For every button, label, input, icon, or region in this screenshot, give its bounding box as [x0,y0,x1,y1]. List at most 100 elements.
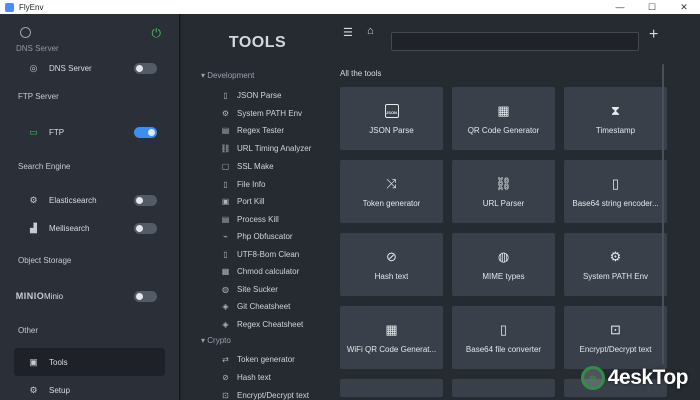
tool-item-label: Hash text [237,372,271,382]
globe-icon: ◍ [222,284,229,294]
main-content: ☰ ⌂ + All the tools JSON JSON Parse ▦ QR… [334,14,700,400]
tool-item-label: JSON Parse [237,90,282,100]
tools-list-panel: TOOLS ▾ Development ▯ JSON Parse ⚙ System … [181,14,334,400]
tool-item-site-sucker[interactable]: ◍ Site Sucker [221,283,278,295]
lock-icon: ⊡ [610,321,621,337]
tool-item-ssl-make[interactable]: ▢ SSL Make [221,160,274,172]
tools-heading: TOOLS [228,34,287,51]
toolbox-icon: ▣ [29,356,38,367]
tool-card-label: URL Parser [482,198,525,208]
watermark-text: 4eskTop [607,366,689,389]
tool-item-git-cheatsheet[interactable]: ◈ Git Cheatsheet [221,300,290,312]
sidebar-item-label: DNS Server [49,63,92,73]
group-development[interactable]: ▾ Development [201,71,254,80]
tool-card-wifi-qr-code-generator[interactable]: ▦ WiFi QR Code Generat... [340,306,443,369]
tool-card-partial[interactable] [340,379,443,397]
elasticsearch-icon: ⚙ [29,194,38,205]
elasticsearch-toggle[interactable] [134,195,157,206]
settings-icon: ⚙ [221,108,230,118]
tool-card-token-generator[interactable]: ⤨ Token generator [340,160,443,223]
dns-server-toggle[interactable] [134,63,157,74]
tool-item-file-info[interactable]: ▯ File Info [221,178,265,190]
add-icon[interactable]: + [649,26,658,44]
tool-card-hash-text[interactable]: ⊘ Hash text [340,233,443,296]
meilisearch-icon: ▟ [30,222,37,233]
tool-card-label: Token generator [362,198,421,208]
tool-item-regex-tester[interactable]: ▤ Regex Tester [221,124,284,136]
tool-item-label: Token generator [237,354,295,364]
tool-item-url-timing-analyzer[interactable]: ⛓ URL Timing Analyzer [220,142,311,154]
menu-icon[interactable]: ☰ [343,26,353,39]
sidebar-item-label: Setup [49,385,70,395]
tool-item-port-kill[interactable]: ▣ Port Kill [221,195,265,207]
dns-icon: ◎ [29,62,38,73]
tool-card-label: System PATH Env [582,271,649,281]
close-button[interactable]: ✕ [668,0,700,14]
lock-icon: ⊡ [222,390,229,400]
tool-card-qr-code-generator[interactable]: ▦ QR Code Generator [452,87,555,150]
tool-item-system-path-env[interactable]: ⚙ System PATH Env [221,107,302,119]
scrollbar[interactable] [662,64,664,364]
tool-item-utf8-bom-clean[interactable]: ▯ UTF8-Bom Clean [221,248,299,260]
tool-card-base64-file-converter[interactable]: ▯ Base64 file converter [452,306,555,369]
base64-file-icon: ▯ [499,321,508,337]
tool-item-hash-text[interactable]: ⊘ Hash text [221,371,271,383]
maximize-button[interactable]: ☐ [636,0,668,14]
minimize-button[interactable]: — [604,0,636,14]
search-input[interactable] [391,32,639,51]
sidebar-item-label: FTP [49,127,65,137]
tool-card-encrypt-decrypt-text[interactable]: ⊡ Encrypt/Decrypt text [564,306,667,369]
tool-card-partial[interactable] [452,379,555,397]
ftp-folder-icon: ▭ [29,126,38,137]
meilisearch-toggle[interactable] [134,223,157,234]
tool-item-token-generator[interactable]: ⇄ Token generator [221,353,295,365]
sidebar-item-dns-server[interactable]: ◎ DNS Server [0,54,179,82]
ftp-toggle[interactable] [134,127,157,138]
process-icon: ▤ [221,214,230,224]
base64-file-icon: ▯ [611,175,620,191]
sidebar-item-tools[interactable]: ▣ Tools [14,348,165,376]
tool-card-base64-string-encoder[interactable]: ▯ Base64 string encoder... [564,160,667,223]
regex-icon: ▤ [221,125,230,135]
tool-item-php-obfuscator[interactable]: ⌁ Php Obfuscator [221,230,293,242]
sidebar-item-minio[interactable]: MINIO Minio [0,282,179,310]
tool-card-system-path-env[interactable]: ⚙ System PATH Env [564,233,667,296]
sidebar-header: ⏻ DNS Server [0,14,179,53]
eye-off-icon: ⊘ [222,372,229,382]
all-tools-label: All the tools [340,69,382,78]
shuffle-icon: ⤨ [386,175,397,191]
sidebar-item-label: Meilisearch [49,223,90,233]
sidebar-item-label: Minio [44,291,64,301]
tool-card-mime-types[interactable]: ◍ MIME types [452,233,555,296]
tool-item-process-kill[interactable]: ▤ Process Kill [221,213,279,225]
tool-card-label: JSON Parse [369,125,414,135]
sidebar-item-elasticsearch[interactable]: ⚙ Elasticsearch [0,186,179,214]
sidebar-item-meilisearch[interactable]: ▟ Meilisearch [0,214,179,242]
clock-icon[interactable] [20,27,31,38]
home-icon[interactable]: ⌂ [367,25,374,37]
minio-toggle[interactable] [134,291,157,302]
tool-card-label: Base64 string encoder... [572,198,659,208]
shuffle-icon: ⇄ [222,354,229,364]
globe-icon: ◍ [497,248,510,264]
tool-card-url-parser[interactable]: ⛓ URL Parser [452,160,555,223]
tool-item-encrypt-decrypt-text[interactable]: ⊡ Encrypt/Decrypt text [221,389,309,400]
power-icon[interactable]: ⏻ [152,26,162,41]
tool-item-chmod-calculator[interactable]: ▦ Chmod calculator [221,265,300,277]
tool-item-label: Site Sucker [237,284,278,294]
tool-card-label: Timestamp [595,125,636,135]
tool-item-json-parse[interactable]: ▯ JSON Parse [221,89,281,101]
file-info-icon: ▯ [223,179,228,189]
tool-item-label: UTF8-Bom Clean [237,249,300,259]
tool-card-timestamp[interactable]: ⧗ Timestamp [564,87,667,150]
tool-item-regex-cheatsheet[interactable]: ◈ Regex Cheatsheet [221,318,303,330]
tool-item-label: Port Kill [237,196,265,206]
eye-off-icon: ⊘ [386,248,397,264]
watermark: ◎ 4eskTop [580,366,689,390]
shield-icon: ▢ [221,161,230,171]
sidebar-item-ftp[interactable]: ▭ FTP [0,118,179,146]
group-crypto[interactable]: ▾ Crypto [201,336,231,345]
tool-card-json-parse[interactable]: JSON JSON Parse [340,87,443,150]
sidebar-item-setup[interactable]: ⚙ Setup [0,376,179,400]
sidebar-item-label: Elasticsearch [49,195,97,205]
